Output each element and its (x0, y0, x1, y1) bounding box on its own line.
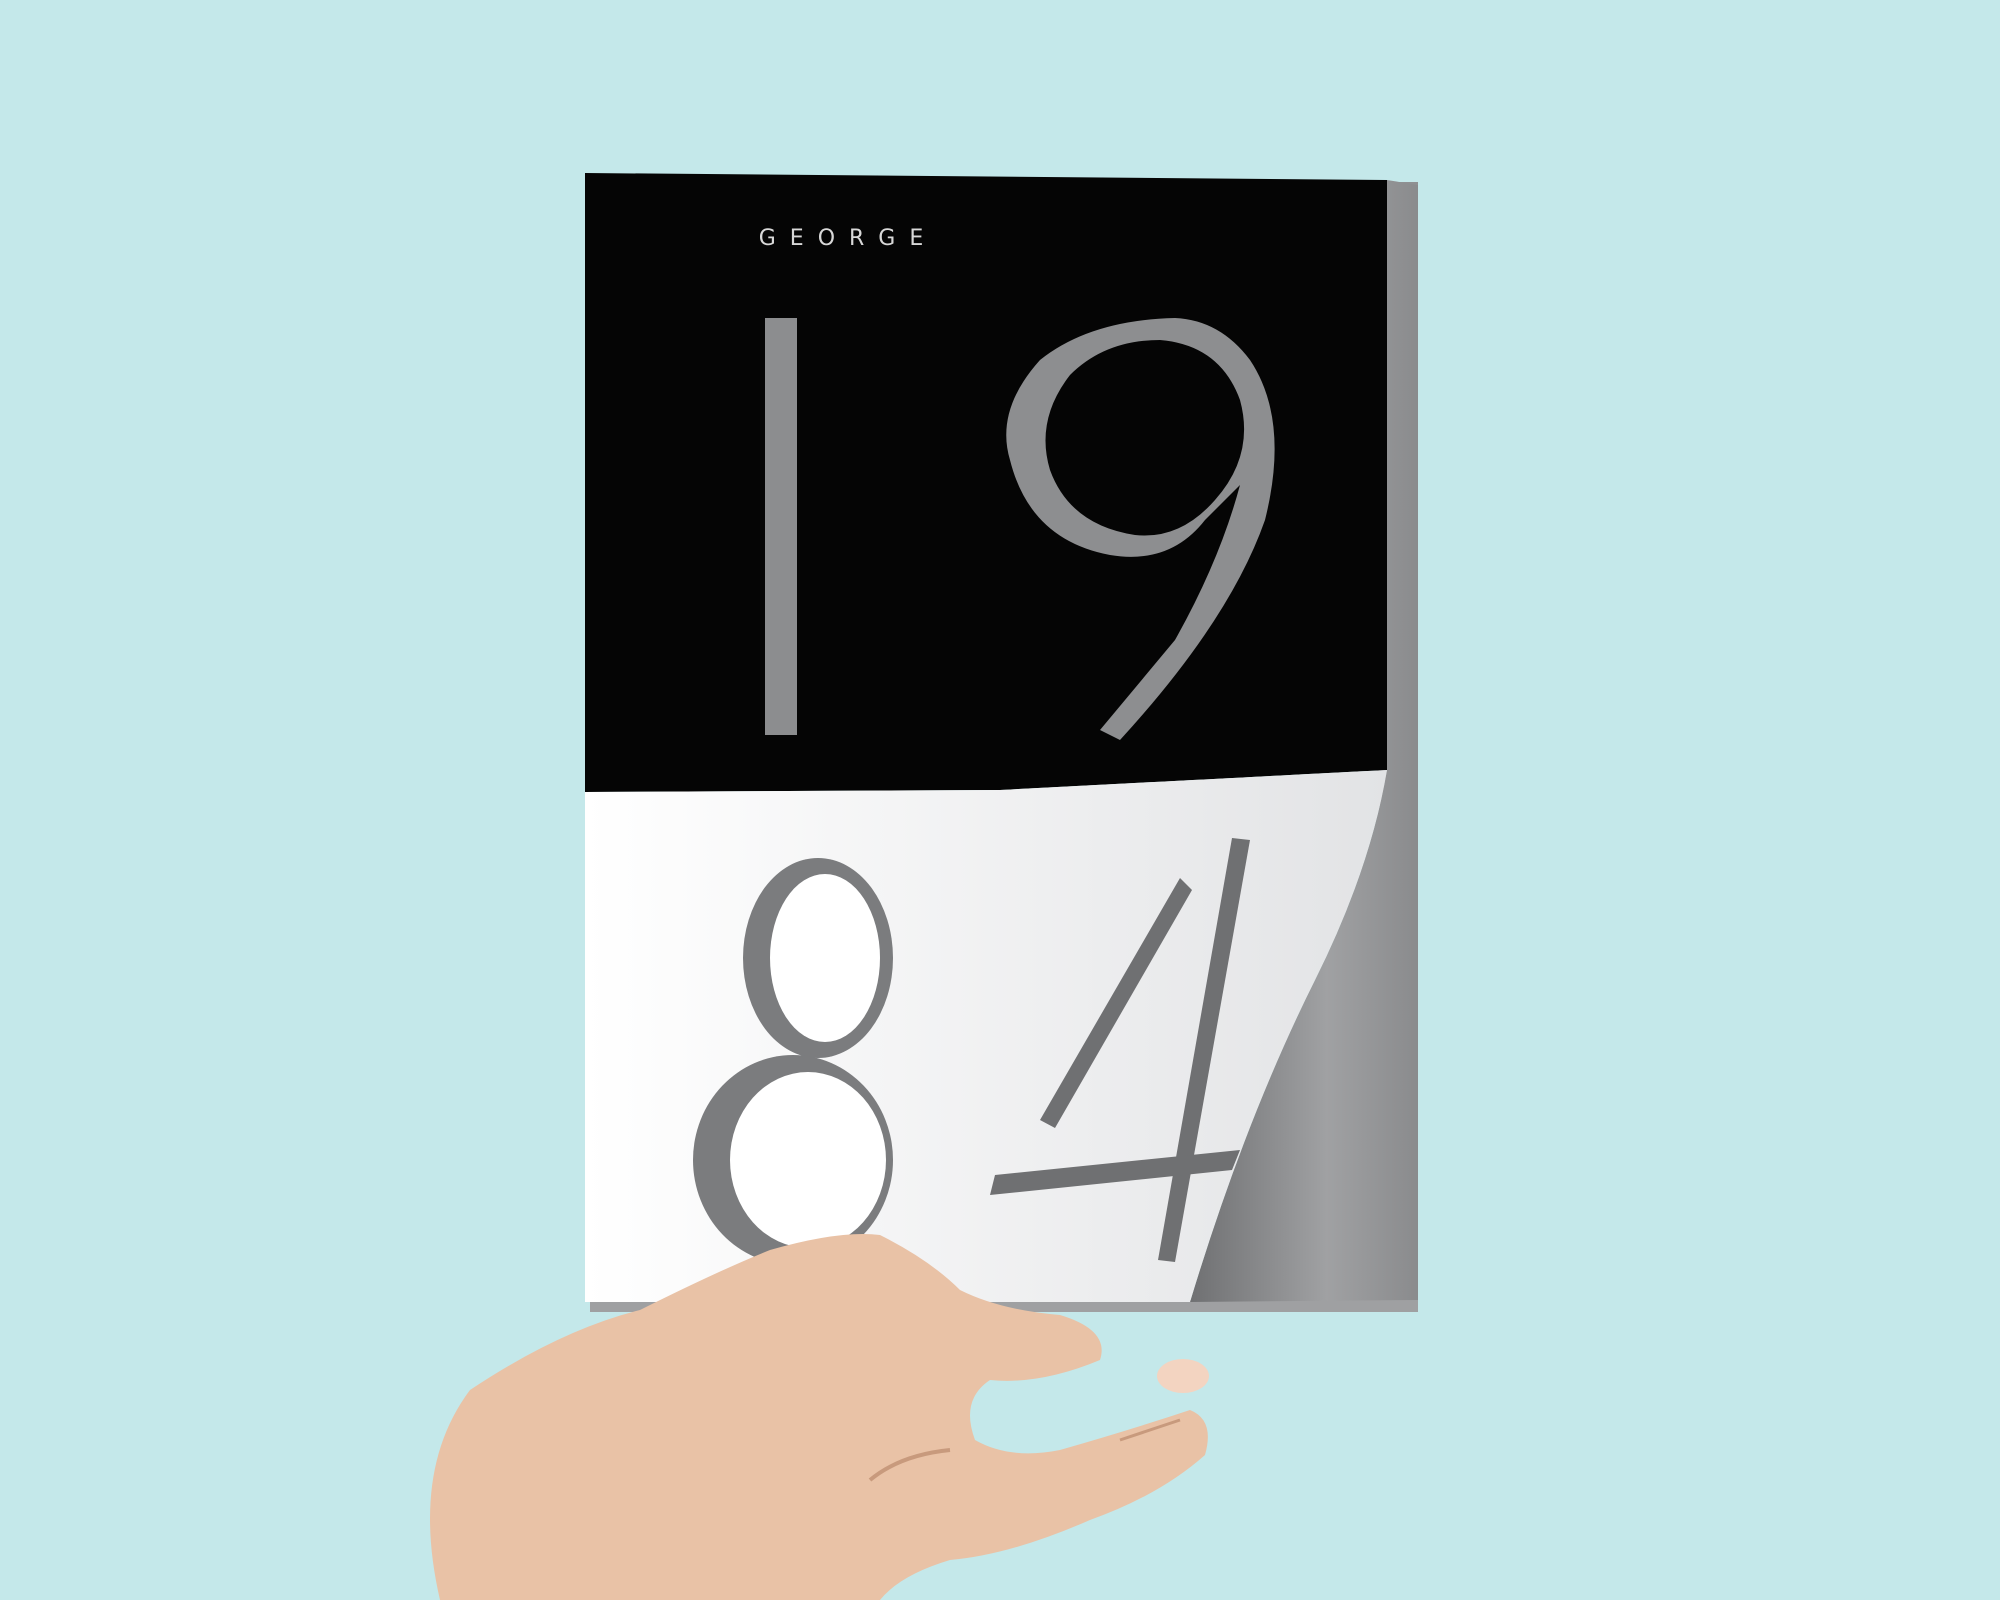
photo-scene: GEORGE (0, 0, 2000, 1600)
numeral-one-cutout (765, 318, 797, 735)
author-first-name: GEORGE (758, 226, 938, 251)
